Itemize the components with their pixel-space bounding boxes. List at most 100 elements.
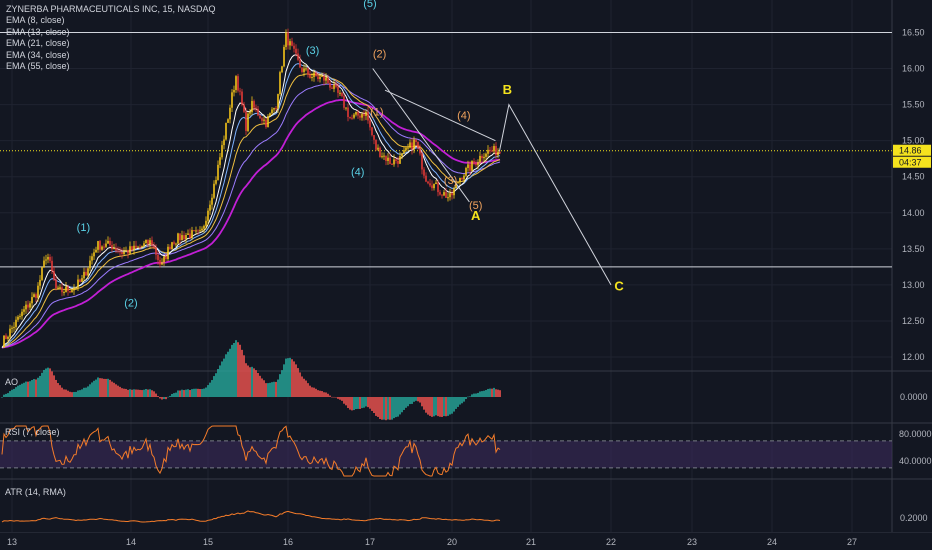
candle-body xyxy=(175,243,177,245)
wave-label-2-cyan: (2) xyxy=(124,298,137,310)
candle-body xyxy=(429,183,431,186)
ao-bar xyxy=(17,385,19,397)
candle-body xyxy=(199,230,201,232)
chart-canvas[interactable]: (1)(2)(3)(4)(5)(5)(2)(1)(4)(3)(5)ABC16.5… xyxy=(0,0,932,550)
ao-bar xyxy=(179,390,181,397)
atr-pane-label[interactable]: ATR (14, RMA) xyxy=(5,487,66,497)
ao-bar xyxy=(67,390,69,397)
candle-body xyxy=(181,235,183,241)
candle-body xyxy=(185,234,187,240)
candle-body xyxy=(21,311,23,317)
time-tick-label: 14 xyxy=(126,537,136,547)
legend-ema-8[interactable]: EMA (8, close) xyxy=(6,15,216,26)
candle-body xyxy=(331,87,333,89)
ao-bar xyxy=(217,369,219,397)
candle-body xyxy=(401,153,403,157)
ao-bar xyxy=(197,388,199,397)
ao-bar xyxy=(233,342,235,397)
ao-bar xyxy=(497,389,499,397)
ao-bar xyxy=(483,390,485,397)
ao-bar xyxy=(287,358,289,397)
candle-body xyxy=(239,90,241,92)
ao-bar xyxy=(73,391,75,397)
ao-bar xyxy=(453,397,455,412)
rsi-pane-label[interactable]: RSI (7, close) xyxy=(5,427,60,437)
ao-bar xyxy=(447,397,449,416)
ao-bar xyxy=(409,397,411,405)
candle-body xyxy=(487,149,489,154)
ao-bar xyxy=(169,395,171,397)
legend-ema-55[interactable]: EMA (55, close) xyxy=(6,61,216,72)
ao-bar xyxy=(465,397,467,400)
ao-bar xyxy=(35,379,37,397)
candle-body xyxy=(451,193,453,196)
ao-bar xyxy=(57,383,59,397)
candle-body xyxy=(83,271,85,279)
ao-bar xyxy=(133,389,135,397)
wave-label-4-orange: (4) xyxy=(457,110,470,122)
price-tick-label: 14.50 xyxy=(902,172,925,182)
candle-body xyxy=(177,233,179,244)
candle-body xyxy=(459,177,461,183)
candle-body xyxy=(221,145,223,158)
ao-bar xyxy=(81,389,83,397)
ao-bar xyxy=(21,383,23,397)
price-tick-label: 13.50 xyxy=(902,244,925,254)
candle-body xyxy=(375,139,377,150)
candle-body xyxy=(115,247,117,251)
ao-bar xyxy=(167,396,169,398)
rsi-tick-label: 40.0000 xyxy=(899,456,932,466)
ao-bar xyxy=(499,390,501,397)
wave-label-A-yellow: A xyxy=(471,208,481,223)
candle-body xyxy=(439,192,441,195)
candle-body xyxy=(285,32,287,47)
candle-body xyxy=(111,245,113,249)
candle-body xyxy=(357,111,359,116)
ao-bar xyxy=(99,378,101,397)
candle-body xyxy=(201,228,203,231)
ao-bar xyxy=(89,384,91,397)
candle-body xyxy=(211,197,213,205)
ao-bar xyxy=(141,390,143,397)
candle-body xyxy=(281,66,283,73)
ao-bar xyxy=(111,381,113,397)
ao-bar xyxy=(405,397,407,408)
wave-label-B-yellow: B xyxy=(503,82,512,97)
ao-bar xyxy=(193,388,195,397)
legend-ema-34[interactable]: EMA (34, close) xyxy=(6,50,216,61)
ao-bar xyxy=(69,391,71,397)
ao-bar xyxy=(227,351,229,397)
candle-body xyxy=(255,107,257,109)
ao-bar xyxy=(365,397,367,407)
legend-ema-21[interactable]: EMA (21, close) xyxy=(6,38,216,49)
time-tick-label: 23 xyxy=(687,537,697,547)
wave-label-1-cyan: (1) xyxy=(77,222,90,234)
candle-body xyxy=(27,304,29,308)
ao-bar xyxy=(397,397,399,417)
candle-body xyxy=(343,96,345,108)
ao-bar xyxy=(299,372,301,397)
ao-bar xyxy=(387,397,389,420)
candle-body xyxy=(325,77,327,81)
ao-bar xyxy=(207,385,209,397)
ao-bar xyxy=(125,388,127,397)
ao-bar xyxy=(353,397,355,411)
ao-bar xyxy=(377,397,379,417)
ao-bar xyxy=(317,390,319,397)
candle-body xyxy=(103,246,105,248)
candle-body xyxy=(69,291,71,293)
candle-body xyxy=(397,160,399,164)
ao-bar xyxy=(191,389,193,397)
ao-bar xyxy=(455,397,457,409)
ao-pane-label[interactable]: AO xyxy=(5,377,18,387)
price-tick-label: 13.00 xyxy=(902,280,925,290)
time-axis xyxy=(0,533,932,550)
ao-bar xyxy=(251,366,253,397)
candle-body xyxy=(371,127,373,136)
legend-ema-13[interactable]: EMA (13, close) xyxy=(6,27,216,38)
ao-bar xyxy=(183,390,185,397)
candle-body xyxy=(411,142,413,150)
ao-bar xyxy=(371,397,373,411)
ao-bar xyxy=(285,358,287,397)
ao-bar xyxy=(315,388,317,397)
